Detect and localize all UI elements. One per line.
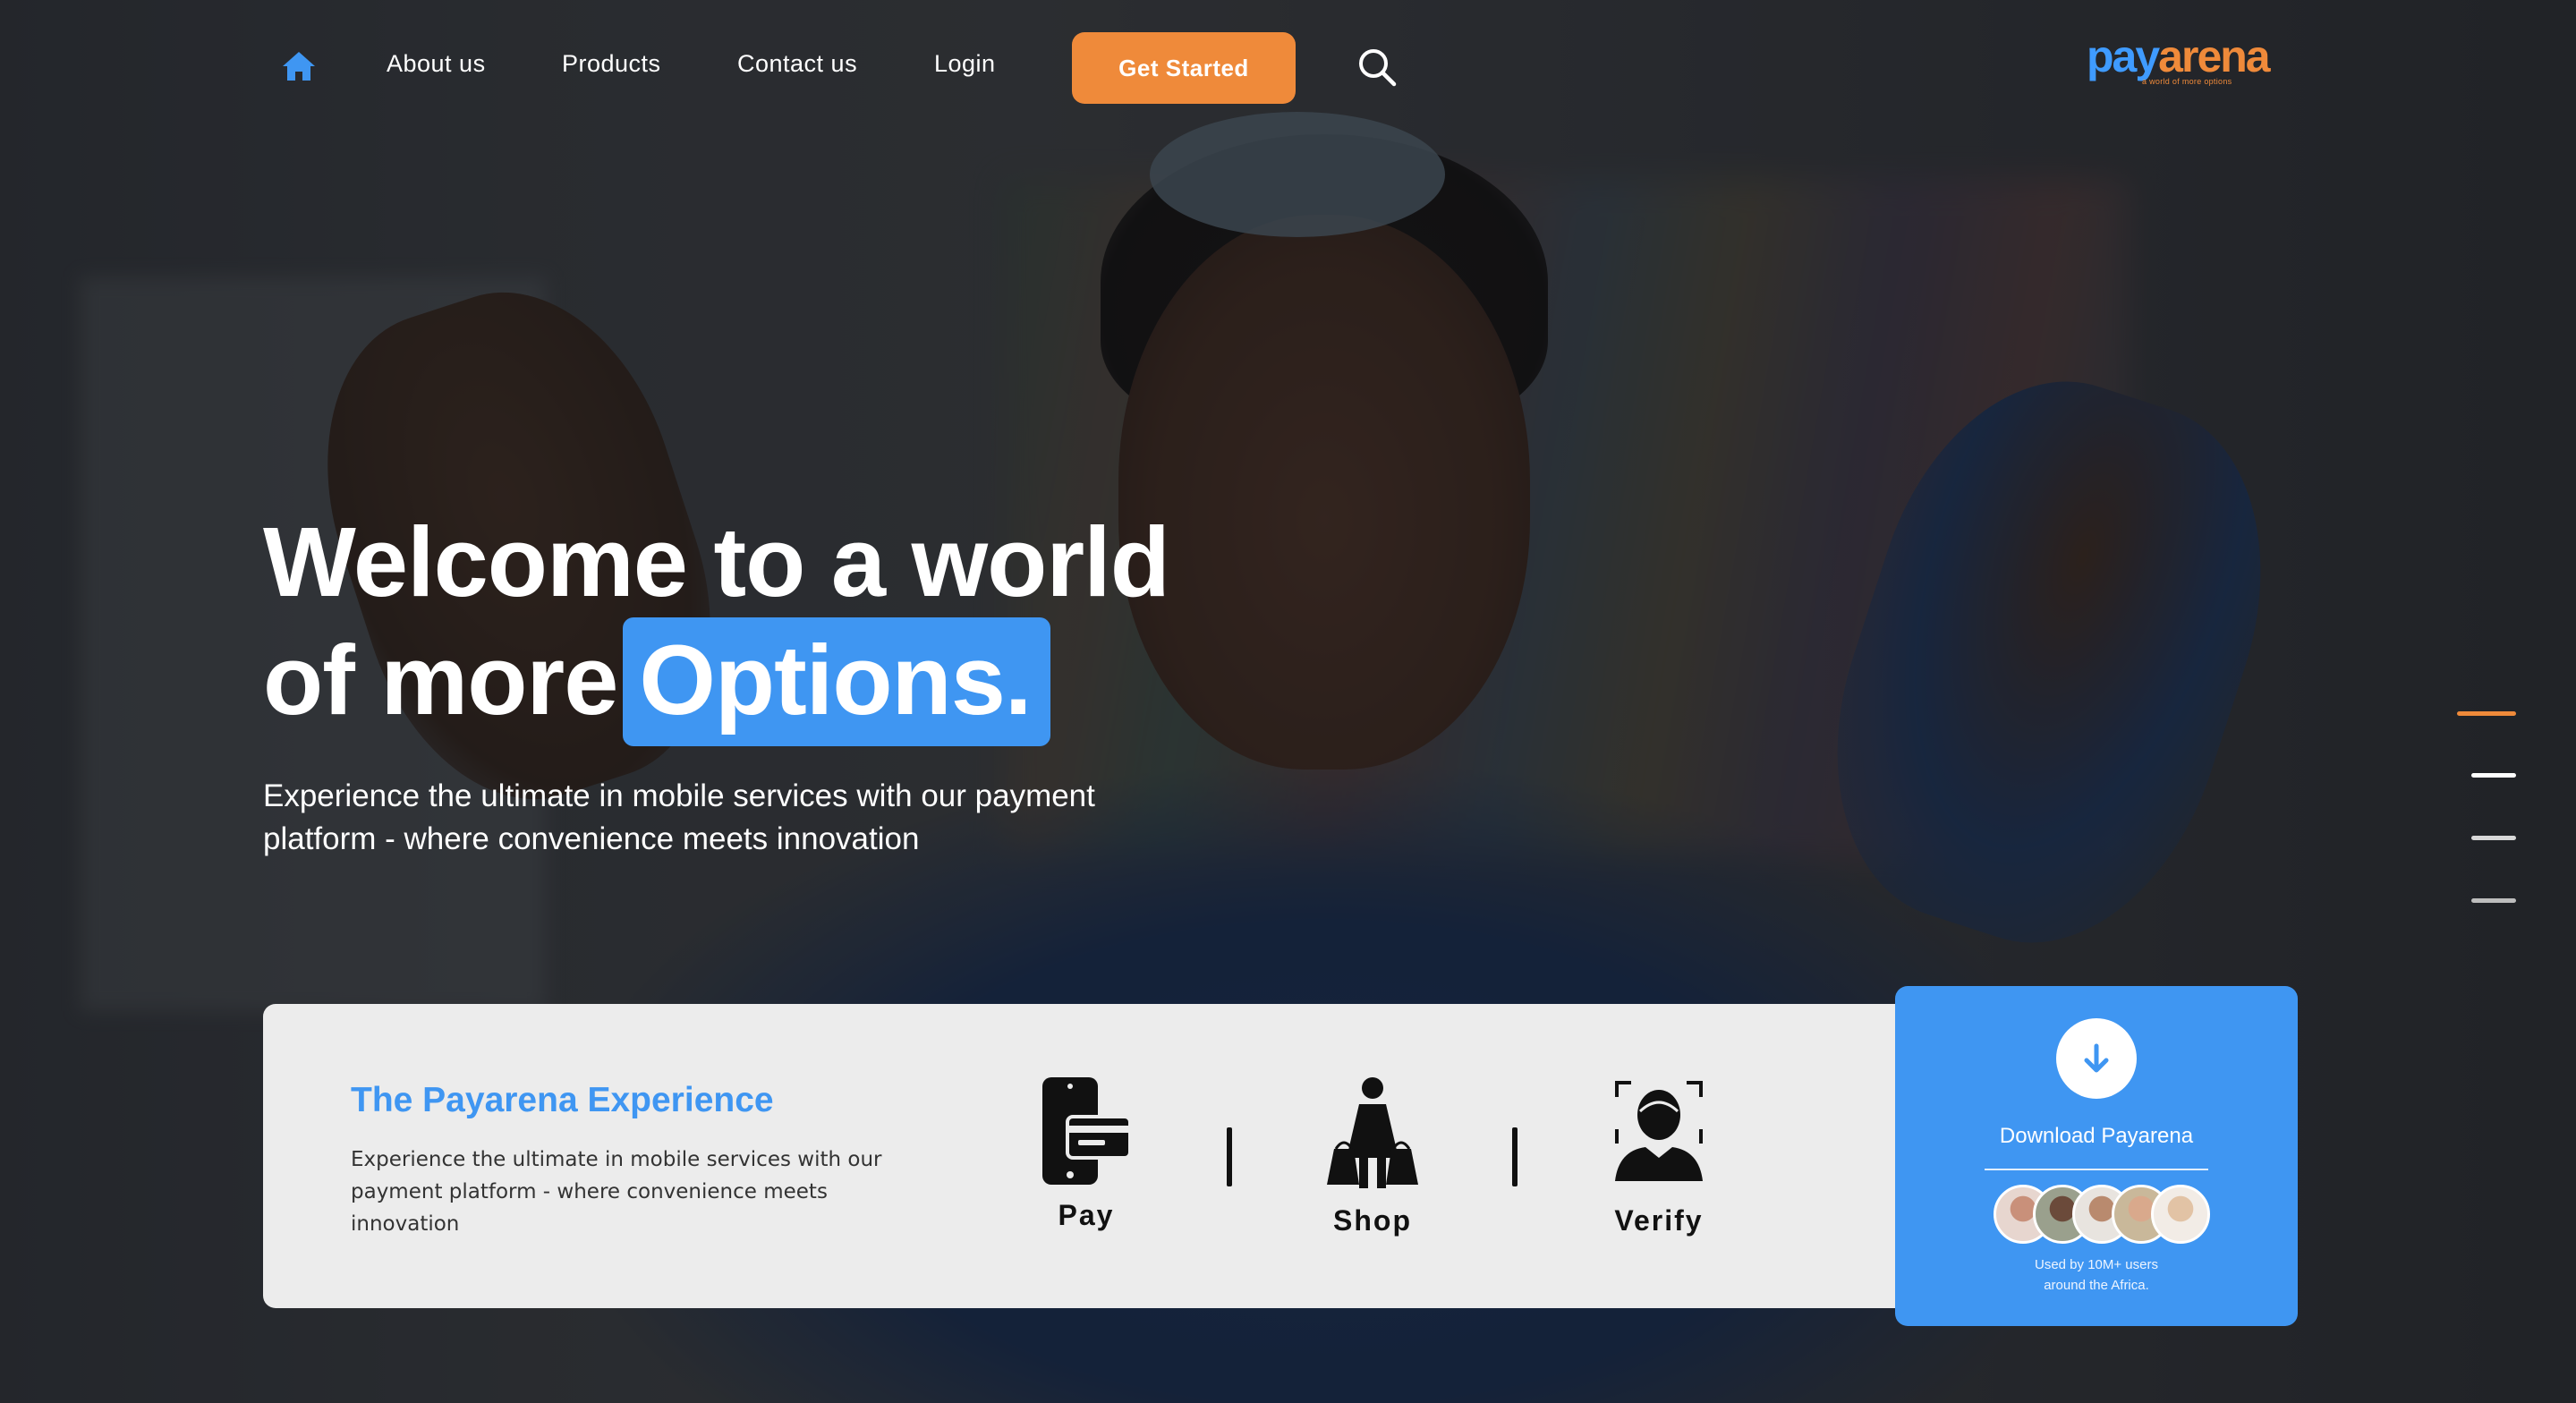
nav-link-about-us[interactable]: About us	[387, 50, 486, 78]
payarena-logo[interactable]: payarena a world of more options	[2087, 31, 2271, 97]
hero-title-prefix: of more	[263, 625, 618, 736]
face-scan-icon	[1615, 1081, 1703, 1181]
feature-shop-label: Shop	[1333, 1204, 1412, 1237]
download-users-note: Used by 10M+ users around the Africa.	[1895, 1254, 2298, 1296]
get-started-button[interactable]: Get Started	[1072, 32, 1296, 104]
hero-title-line1: Welcome to a world	[263, 507, 1170, 617]
download-note-line2: around the Africa.	[2044, 1278, 2149, 1293]
shopper-bags-icon	[1327, 1077, 1418, 1188]
top-navigation: About us Products Contact us Login Get S…	[0, 0, 2576, 134]
nav-link-contact-us[interactable]: Contact us	[737, 50, 857, 78]
slide-indicator-2[interactable]	[2471, 773, 2516, 778]
hero-title-highlight: Options.	[623, 617, 1051, 746]
slide-indicator-4[interactable]	[2471, 898, 2516, 903]
download-divider	[1985, 1169, 2208, 1170]
feature-shop[interactable]: Shop	[1283, 1076, 1462, 1237]
logo-pay-text: pay	[2087, 31, 2160, 81]
feature-verify-label: Verify	[1614, 1204, 1704, 1237]
nav-link-login[interactable]: Login	[934, 50, 996, 78]
experience-description: Experience the ultimate in mobile servic…	[351, 1148, 882, 1236]
feature-pay[interactable]: Pay	[997, 1076, 1176, 1232]
arrow-down-icon	[2084, 1043, 2109, 1073]
download-label[interactable]: Download Payarena	[1895, 1124, 2298, 1149]
feature-pay-label: Pay	[1058, 1199, 1115, 1231]
search-icon[interactable]	[1356, 47, 1398, 88]
logo-arena-text: arena	[2158, 31, 2270, 81]
download-button[interactable]	[2056, 1018, 2137, 1099]
download-payarena-panel[interactable]: Download Payarena Used by 10M+ users aro…	[1895, 986, 2298, 1326]
download-note-line1: Used by 10M+ users	[2035, 1257, 2158, 1272]
hero-title-line2: of more Options.	[263, 617, 1247, 746]
feature-verify[interactable]: Verify	[1569, 1076, 1748, 1237]
nav-link-products[interactable]: Products	[562, 50, 661, 78]
slide-indicator-3[interactable]	[2471, 836, 2516, 840]
mobile-card-icon	[1042, 1077, 1132, 1185]
hero-title: Welcome to a world of more Options.	[263, 508, 1247, 746]
feature-divider-2	[1512, 1127, 1518, 1186]
user-avatars-group	[1994, 1185, 2210, 1247]
logo-tagline: a world of more options	[2142, 77, 2232, 86]
home-icon[interactable]	[281, 50, 317, 82]
feature-divider-1	[1227, 1127, 1232, 1186]
avatar	[2151, 1185, 2210, 1244]
experience-title: The Payarena Experience	[351, 1081, 774, 1119]
hero-subtitle: Experience the ultimate in mobile servic…	[263, 778, 1095, 856]
slide-indicator-1[interactable]	[2457, 711, 2516, 716]
